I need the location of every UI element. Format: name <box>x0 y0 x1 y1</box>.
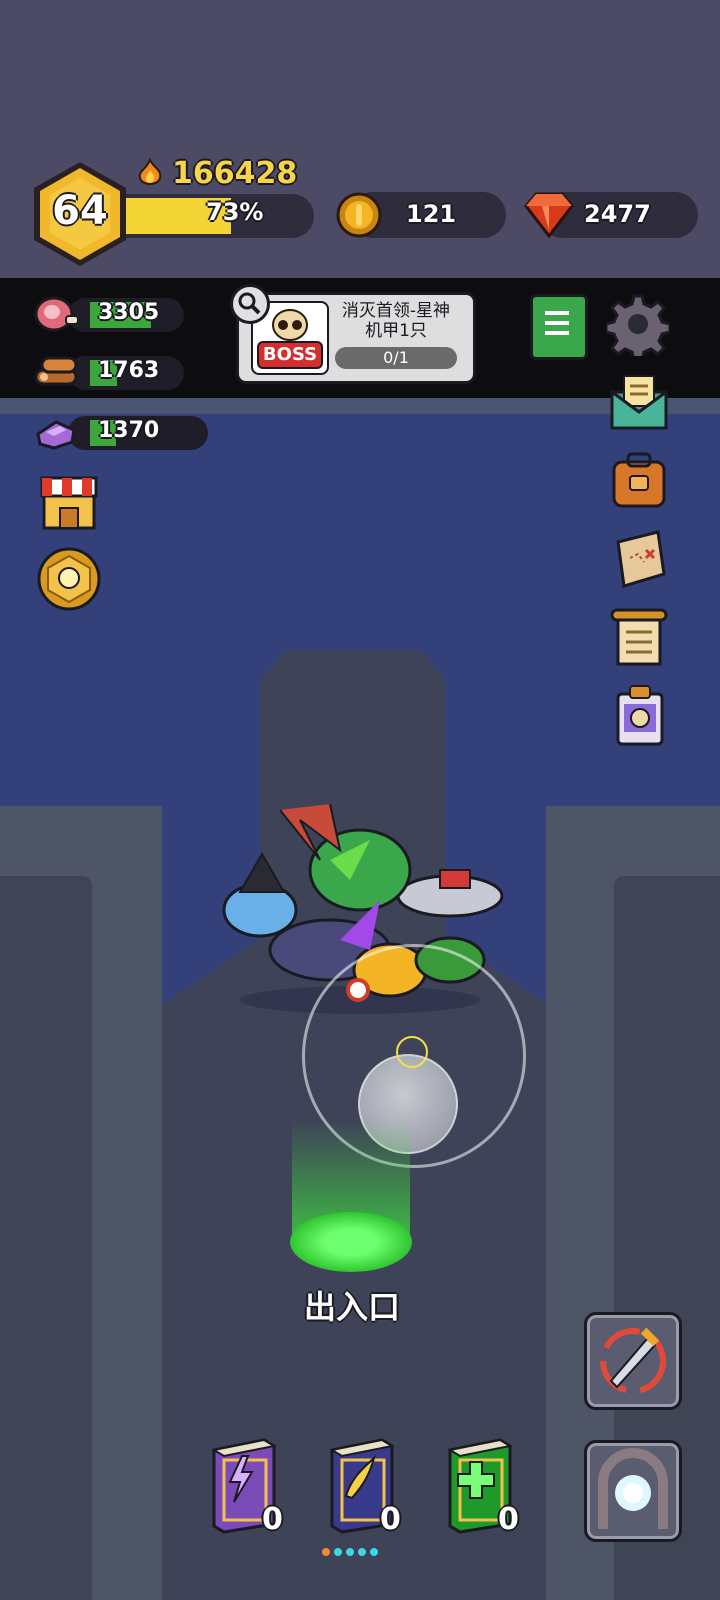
gem-value: 2477 <box>584 200 651 228</box>
level-badge[interactable]: 64 <box>30 160 130 268</box>
level-value: 64 <box>52 188 108 234</box>
resource-row[interactable]: 1763 <box>32 354 192 390</box>
quest-title: 消灭首领-星神 机甲1只 <box>329 301 463 341</box>
skill-book-count: 0 <box>498 1502 519 1537</box>
magnifier-icon[interactable] <box>230 284 270 324</box>
power-value: 166428 <box>172 156 298 191</box>
left-wall-inner <box>0 876 92 1600</box>
skill-book-slot[interactable]: 0 <box>204 1436 294 1537</box>
skill-book-slot[interactable]: 0 <box>322 1436 412 1537</box>
journal-book-icon[interactable] <box>530 294 588 360</box>
page-indicator <box>320 1544 390 1558</box>
wanted-poster-icon[interactable] <box>612 684 668 748</box>
treasure-map-icon[interactable] <box>608 528 670 590</box>
meat-icon <box>32 294 80 334</box>
resource-row[interactable]: 3305 <box>32 296 192 332</box>
ore-icon <box>32 412 80 452</box>
portal-gate-button[interactable] <box>584 1440 682 1542</box>
gem-icon <box>524 190 574 239</box>
quest-title-line2: 机甲1只 <box>365 321 427 341</box>
boss-label: BOSS <box>257 341 323 369</box>
resource-value: 1370 <box>98 418 160 443</box>
resource-row[interactable]: 1370 <box>32 412 208 452</box>
portal-pad[interactable] <box>290 1212 412 1272</box>
crossed-swords-icon <box>600 1327 666 1394</box>
stone-gate-icon <box>598 1448 668 1529</box>
xp-bar: 73% <box>126 194 314 238</box>
xp-percent: 73% <box>206 198 264 226</box>
resource-value: 3305 <box>98 300 160 325</box>
shop-icon[interactable] <box>38 470 100 532</box>
mail-icon[interactable] <box>608 370 670 432</box>
target-cursor-icon <box>396 1036 428 1068</box>
resource-value: 1763 <box>98 358 160 383</box>
quest-progress: 0/1 <box>335 347 457 369</box>
skill-book-count: 0 <box>380 1502 401 1537</box>
skill-book-slot[interactable]: 0 <box>440 1436 530 1537</box>
coin-value: 121 <box>406 200 457 228</box>
scroll-icon[interactable] <box>608 606 670 670</box>
skill-book-count: 0 <box>262 1502 283 1537</box>
auto-battle-button[interactable] <box>584 1312 682 1410</box>
flame-icon <box>136 157 164 188</box>
skull-icon <box>272 309 308 341</box>
quest-title-line1: 消灭首领-星神 <box>341 301 451 321</box>
portal-label: 出入口 <box>303 1288 400 1326</box>
wood-icon <box>32 352 80 392</box>
quest-panel[interactable]: BOSS 消灭首领-星神 机甲1只 0/1 <box>236 292 476 384</box>
coin-icon <box>336 192 382 238</box>
settings-gear-icon[interactable] <box>604 292 672 362</box>
backpack-icon[interactable] <box>608 450 670 512</box>
guild-badge-icon[interactable] <box>36 546 102 612</box>
